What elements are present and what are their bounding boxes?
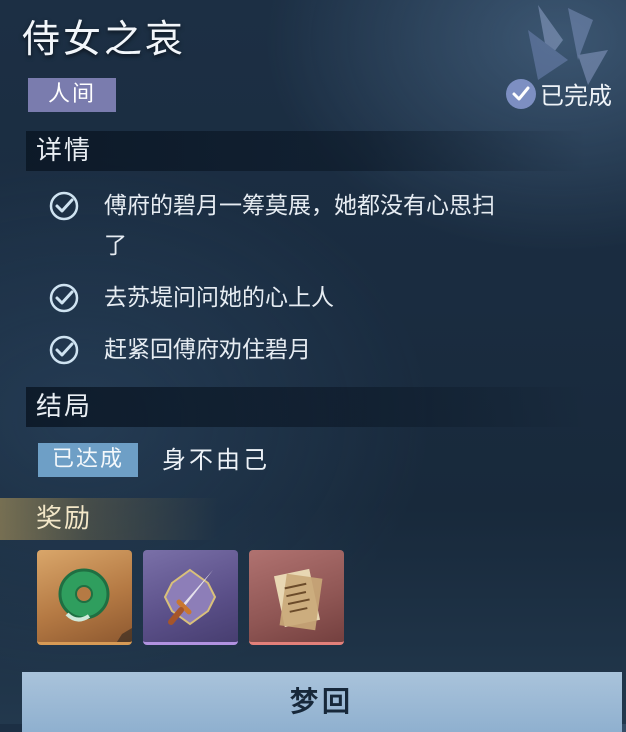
check-circle-icon bbox=[506, 78, 536, 109]
ending-heading: 结局 bbox=[26, 387, 586, 427]
task-text: 赶紧回傅府劝住碧月 bbox=[104, 337, 311, 363]
reward-item-jade[interactable] bbox=[37, 550, 132, 645]
check-icon bbox=[49, 335, 79, 365]
task-item: 傅府的碧月一筹莫展，她都没有心思扫 了 bbox=[48, 186, 608, 266]
details-heading: 详情 bbox=[26, 131, 586, 171]
task-text: 傅府的碧月一筹莫展，她都没有心思扫 bbox=[104, 193, 495, 219]
jade-pendant-icon bbox=[58, 568, 132, 642]
rewards-heading: 奖励 bbox=[0, 498, 220, 540]
task-text-continued: 了 bbox=[104, 233, 127, 259]
reward-item-letter[interactable] bbox=[249, 550, 344, 645]
category-tag: 人间 bbox=[28, 78, 116, 112]
ending-achieved-badge: 已达成 bbox=[38, 443, 138, 477]
check-icon bbox=[49, 191, 79, 221]
task-item: 赶紧回傅府劝住碧月 bbox=[48, 330, 608, 370]
reward-item-dagger[interactable] bbox=[143, 550, 238, 645]
letter-scroll-icon bbox=[273, 568, 323, 631]
status-label: 已完成 bbox=[540, 82, 612, 110]
ending-name: 身不由己 bbox=[162, 446, 270, 474]
task-text: 去苏堤问问她的心上人 bbox=[104, 285, 334, 311]
check-icon bbox=[49, 283, 79, 313]
quest-title: 侍女之哀 bbox=[22, 17, 187, 61]
completion-status: 已完成 bbox=[506, 76, 612, 111]
dream-return-button[interactable]: 梦回 bbox=[22, 672, 622, 732]
dagger-icon bbox=[163, 568, 217, 626]
task-item: 去苏堤问问她的心上人 bbox=[48, 278, 608, 318]
